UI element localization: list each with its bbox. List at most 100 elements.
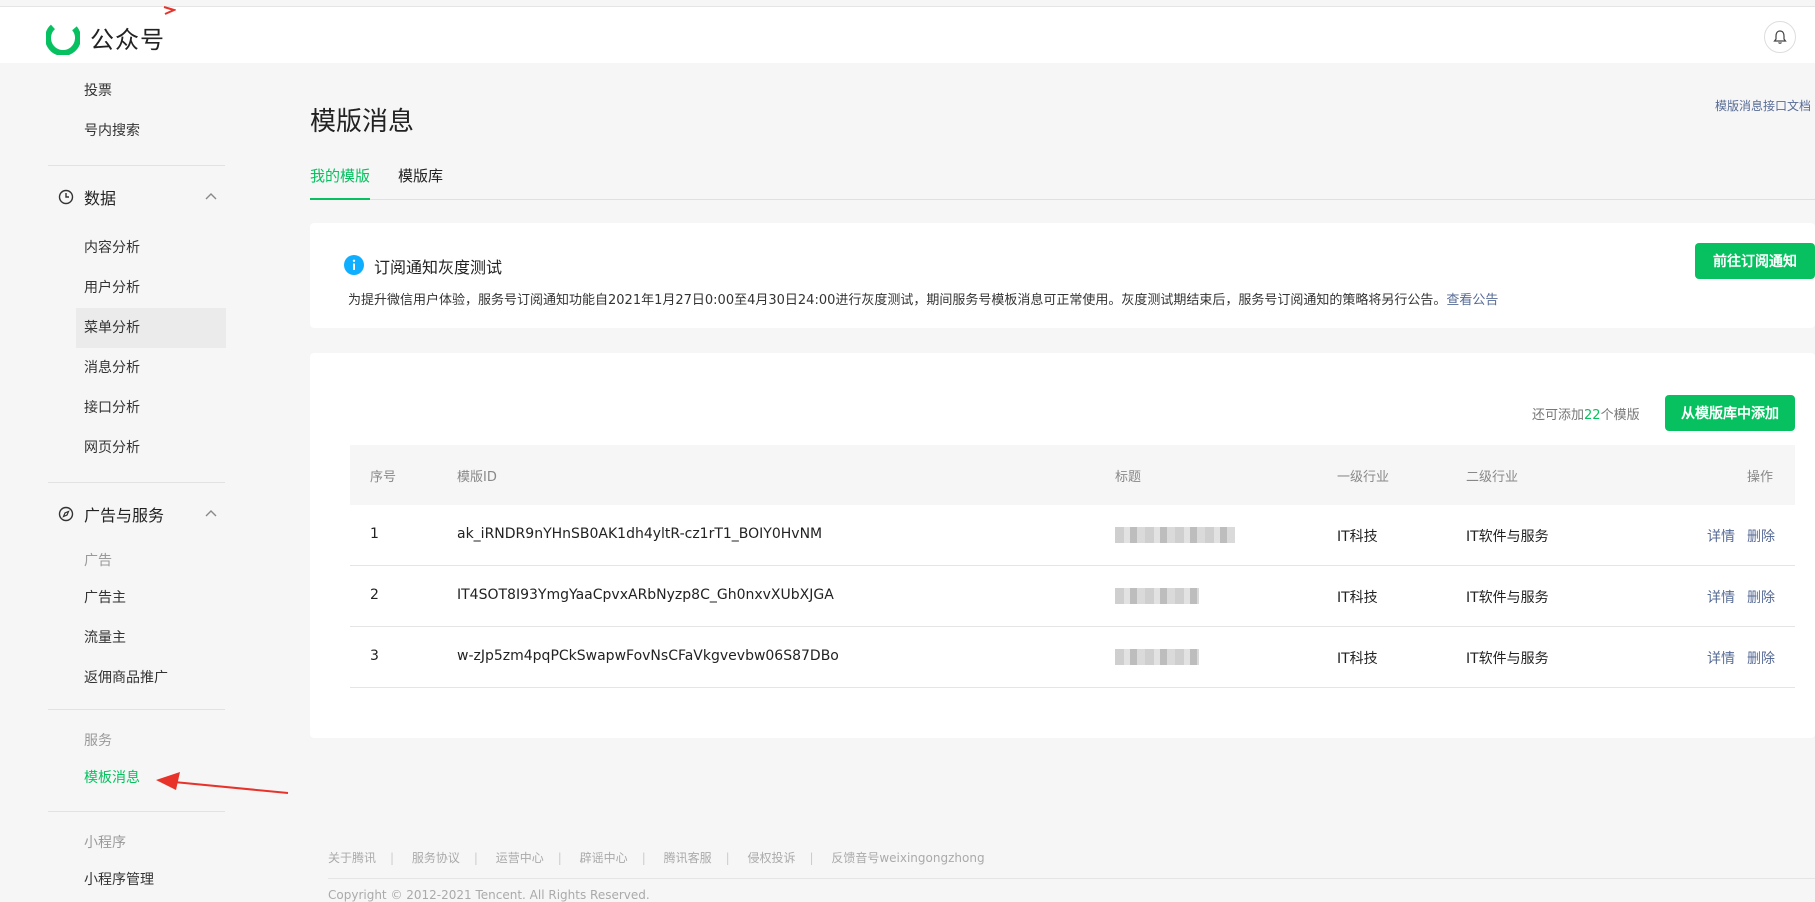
table-row: 2 IT4SOT8I93YmgYaaCpvxARbNyzp8C_Gh0nxvXU… — [350, 566, 1795, 627]
view-announcement-link[interactable]: 查看公告 — [1446, 293, 1498, 308]
col-header-no: 序号 — [370, 470, 397, 485]
sidebar-item-user-analysis[interactable]: 用户分析 — [76, 268, 226, 308]
sidebar-item-publisher[interactable]: 流量主 — [76, 618, 226, 658]
sidebar-item-commission-promo[interactable]: 返佣商品推广 — [76, 658, 226, 698]
sidebar-section-label: 数据 — [84, 189, 117, 208]
compass-icon — [58, 506, 74, 522]
row-title-blurred — [1115, 588, 1199, 604]
annotation-arrow-tip-icon — [163, 6, 176, 15]
footer-divider — [328, 878, 1815, 879]
sidebar-divider — [48, 709, 225, 710]
row-industry2: IT软件与服务 — [1466, 590, 1549, 606]
top-header: 公众号 — [0, 7, 1815, 63]
annotation-arrow-icon — [156, 772, 289, 794]
row-template-id: IT4SOT8I93YmgYaaCpvxARbNyzp8C_Gh0nxvXUbX… — [457, 587, 834, 603]
row-no: 3 — [370, 648, 379, 664]
sidebar-item-content-analysis[interactable]: 内容分析 — [76, 228, 226, 268]
sidebar-subheading-ad: 广告 — [84, 553, 112, 569]
row-industry1: IT科技 — [1337, 651, 1378, 667]
footer-link-about[interactable]: 关于腾讯 — [328, 851, 376, 865]
delete-link[interactable]: 删除 — [1747, 648, 1775, 668]
footer-separator: | — [390, 851, 395, 865]
go-subscribe-notice-button[interactable]: 前往订阅通知 — [1695, 243, 1815, 279]
api-doc-link[interactable]: 模版消息接口文档 — [1715, 97, 1811, 114]
tab-my-templates[interactable]: 我的模版 — [310, 165, 371, 200]
sidebar-item-search[interactable]: 号内搜索 — [76, 111, 226, 151]
col-header-industry2: 二级行业 — [1466, 470, 1519, 485]
footer-separator: | — [725, 851, 730, 865]
notice-title: 订阅通知灰度测试 — [374, 258, 503, 277]
notice-text: 为提升微信用户体验，服务号订阅通知功能自2021年1月27日0:00至4月30日… — [348, 293, 1447, 308]
table-header: 序号 模版ID 标题 一级行业 二级行业 操作 — [350, 445, 1795, 505]
footer-link-rumor-center[interactable]: 辟谣中心 — [580, 851, 628, 865]
delete-link[interactable]: 删除 — [1747, 587, 1775, 607]
logo-text: 公众号 — [90, 26, 165, 54]
footer-separator: | — [809, 851, 814, 865]
template-list-card: 还可添加22个模版 从模版库中添加 序号 模版ID 标题 一级行业 二级行业 操… — [310, 353, 1815, 738]
sidebar-item-vote[interactable]: 投票 — [76, 71, 226, 111]
col-header-industry1: 一级行业 — [1337, 470, 1390, 485]
footer-separator: | — [473, 851, 478, 865]
sidebar-item-web-analysis[interactable]: 网页分析 — [76, 428, 226, 468]
row-no: 1 — [370, 526, 379, 542]
row-industry2: IT软件与服务 — [1466, 529, 1549, 545]
quota-text: 还可添加22个模版 — [1532, 404, 1640, 423]
row-industry1: IT科技 — [1337, 590, 1378, 606]
detail-link[interactable]: 详情 — [1707, 526, 1735, 546]
tab-bar: 我的模版 模版库 — [310, 159, 1815, 200]
delete-link[interactable]: 删除 — [1747, 526, 1775, 546]
sidebar-section-label: 广告与服务 — [84, 506, 165, 525]
sidebar-item-api-analysis[interactable]: 接口分析 — [76, 388, 226, 428]
table-row: 3 w-zJp5zm4pqPCkSwapwFovNsCFaVkgvevbw06S… — [350, 627, 1795, 688]
row-industry2: IT软件与服务 — [1466, 651, 1549, 667]
notice-body: 为提升微信用户体验，服务号订阅通知功能自2021年1月27日0:00至4月30日… — [348, 289, 1498, 308]
footer-link-terms[interactable]: 服务协议 — [412, 851, 460, 865]
footer-separator: | — [641, 851, 646, 865]
chevron-up-icon — [205, 193, 217, 200]
quota-number: 22 — [1584, 408, 1601, 423]
sidebar-item-miniprogram-manage[interactable]: 小程序管理 — [76, 860, 226, 900]
row-template-id: ak_iRNDR9nYHnSB0AK1dh4yltR-cz1rT1_BOIY0H… — [457, 526, 823, 542]
sidebar-section-ad-service[interactable]: 广告与服务 — [58, 499, 218, 529]
logo[interactable]: 公众号 — [46, 20, 165, 55]
col-header-title: 标题 — [1115, 470, 1142, 485]
notification-bell[interactable] — [1764, 21, 1796, 53]
sidebar-divider — [48, 165, 225, 166]
table-row: 1 ak_iRNDR9nYHnSB0AK1dh4yltR-cz1rT1_BOIY… — [350, 505, 1795, 566]
quota-prefix: 还可添加 — [1532, 408, 1585, 423]
sidebar-subheading-service: 服务 — [84, 733, 112, 749]
col-header-id: 模版ID — [457, 470, 497, 485]
add-from-library-button[interactable]: 从模版库中添加 — [1665, 395, 1795, 431]
footer-link-feedback[interactable]: 反馈音号weixingongzhong — [831, 851, 984, 865]
detail-link[interactable]: 详情 — [1707, 648, 1735, 668]
row-industry1: IT科技 — [1337, 529, 1378, 545]
col-header-actions: 操作 — [1747, 470, 1774, 485]
sidebar-section-data[interactable]: 数据 — [58, 182, 218, 212]
copyright-text: Copyright © 2012-2021 Tencent. All Right… — [328, 888, 650, 902]
quota-suffix: 个模版 — [1600, 408, 1640, 423]
info-icon — [344, 255, 364, 275]
wechat-official-account-logo-icon — [46, 20, 80, 55]
footer-link-ops-center[interactable]: 运营中心 — [496, 851, 544, 865]
page-title: 模版消息 — [310, 107, 415, 137]
row-template-id: w-zJp5zm4pqPCkSwapwFovNsCFaVkgvevbw06S87… — [457, 648, 839, 664]
row-no: 2 — [370, 587, 379, 603]
clock-icon — [58, 189, 74, 205]
sidebar-subheading-miniprogram: 小程序 — [84, 835, 126, 851]
sidebar-divider — [48, 482, 225, 483]
row-title-blurred — [1115, 649, 1199, 665]
sidebar-divider — [48, 811, 225, 812]
footer-links: 关于腾讯 | 服务协议 | 运营中心 | 辟谣中心 | 腾讯客服 | 侵权投诉 | 反馈音号… — [328, 849, 985, 866]
sidebar-item-menu-analysis[interactable]: 菜单分析 — [76, 308, 226, 348]
row-title-blurred — [1115, 527, 1235, 543]
footer-link-complaint[interactable]: 侵权投诉 — [747, 851, 795, 865]
detail-link[interactable]: 详情 — [1707, 587, 1735, 607]
sidebar-item-message-analysis[interactable]: 消息分析 — [76, 348, 226, 388]
chevron-up-icon — [205, 510, 217, 517]
footer-separator: | — [557, 851, 562, 865]
bell-icon — [1773, 30, 1787, 44]
footer-link-support[interactable]: 腾讯客服 — [664, 851, 712, 865]
tab-template-library[interactable]: 模版库 — [398, 165, 443, 198]
sidebar-item-advertiser[interactable]: 广告主 — [76, 578, 226, 618]
notice-card: 订阅通知灰度测试 为提升微信用户体验，服务号订阅通知功能自2021年1月27日0… — [310, 223, 1815, 328]
